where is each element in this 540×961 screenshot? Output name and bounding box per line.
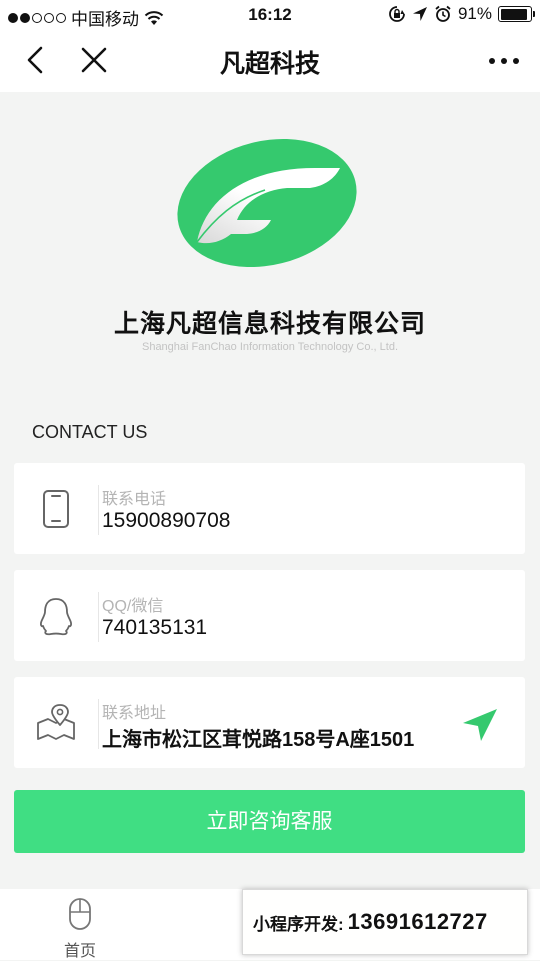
- contact-card-address[interactable]: 联系地址 上海市松江区茸悦路158号A座1501: [14, 677, 525, 768]
- developer-phone: 13691612727: [347, 909, 488, 934]
- contact-label: 联系地址: [102, 705, 167, 722]
- qq-icon: [40, 598, 72, 636]
- status-right: 91%: [388, 4, 535, 24]
- alarm-icon: [435, 5, 451, 22]
- contact-label: 联系电话: [102, 491, 167, 508]
- phone-icon: [43, 490, 69, 528]
- developer-contact-banner: 小程序开发: 13691612727: [242, 889, 528, 955]
- contact-card-phone[interactable]: 联系电话 15900890708: [14, 463, 525, 554]
- card-divider: [98, 699, 99, 749]
- card-divider: [98, 592, 99, 642]
- status-bar: 中国移动 16:12 91%: [0, 0, 540, 30]
- tab-home[interactable]: 首页: [52, 897, 108, 960]
- page-title: 凡超科技: [219, 50, 320, 78]
- contact-card-qq[interactable]: QQ/微信 740135131: [14, 570, 525, 661]
- card-divider: [98, 485, 99, 535]
- mouse-icon: [69, 898, 91, 930]
- location-arrow-icon: [412, 7, 427, 21]
- company-name-en: Shanghai FanChao Information Technology …: [141, 341, 399, 353]
- navigate-icon[interactable]: [461, 707, 499, 743]
- company-logo: [177, 138, 357, 268]
- consult-service-button[interactable]: 立即咨询客服: [14, 790, 525, 853]
- rotation-lock-icon: [389, 6, 405, 22]
- contact-section-title: CONTACT US: [32, 422, 148, 442]
- company-name: 上海凡超信息科技有限公司: [113, 310, 426, 338]
- more-icon[interactable]: [484, 42, 524, 78]
- developer-label: 小程序开发:: [253, 914, 344, 934]
- contact-value-phone[interactable]: 15900890708: [102, 509, 230, 533]
- nav-bar: 凡超科技: [0, 30, 540, 92]
- battery-icon: [498, 6, 535, 22]
- battery-percent: 91%: [457, 4, 492, 23]
- contact-value-address: 上海市松江区茸悦路158号A座1501: [102, 729, 415, 751]
- tab-home-label: 首页: [63, 943, 96, 960]
- contact-label: QQ/微信: [102, 598, 164, 615]
- map-location-icon: [37, 704, 75, 740]
- contact-value-qq[interactable]: 740135131: [102, 616, 207, 640]
